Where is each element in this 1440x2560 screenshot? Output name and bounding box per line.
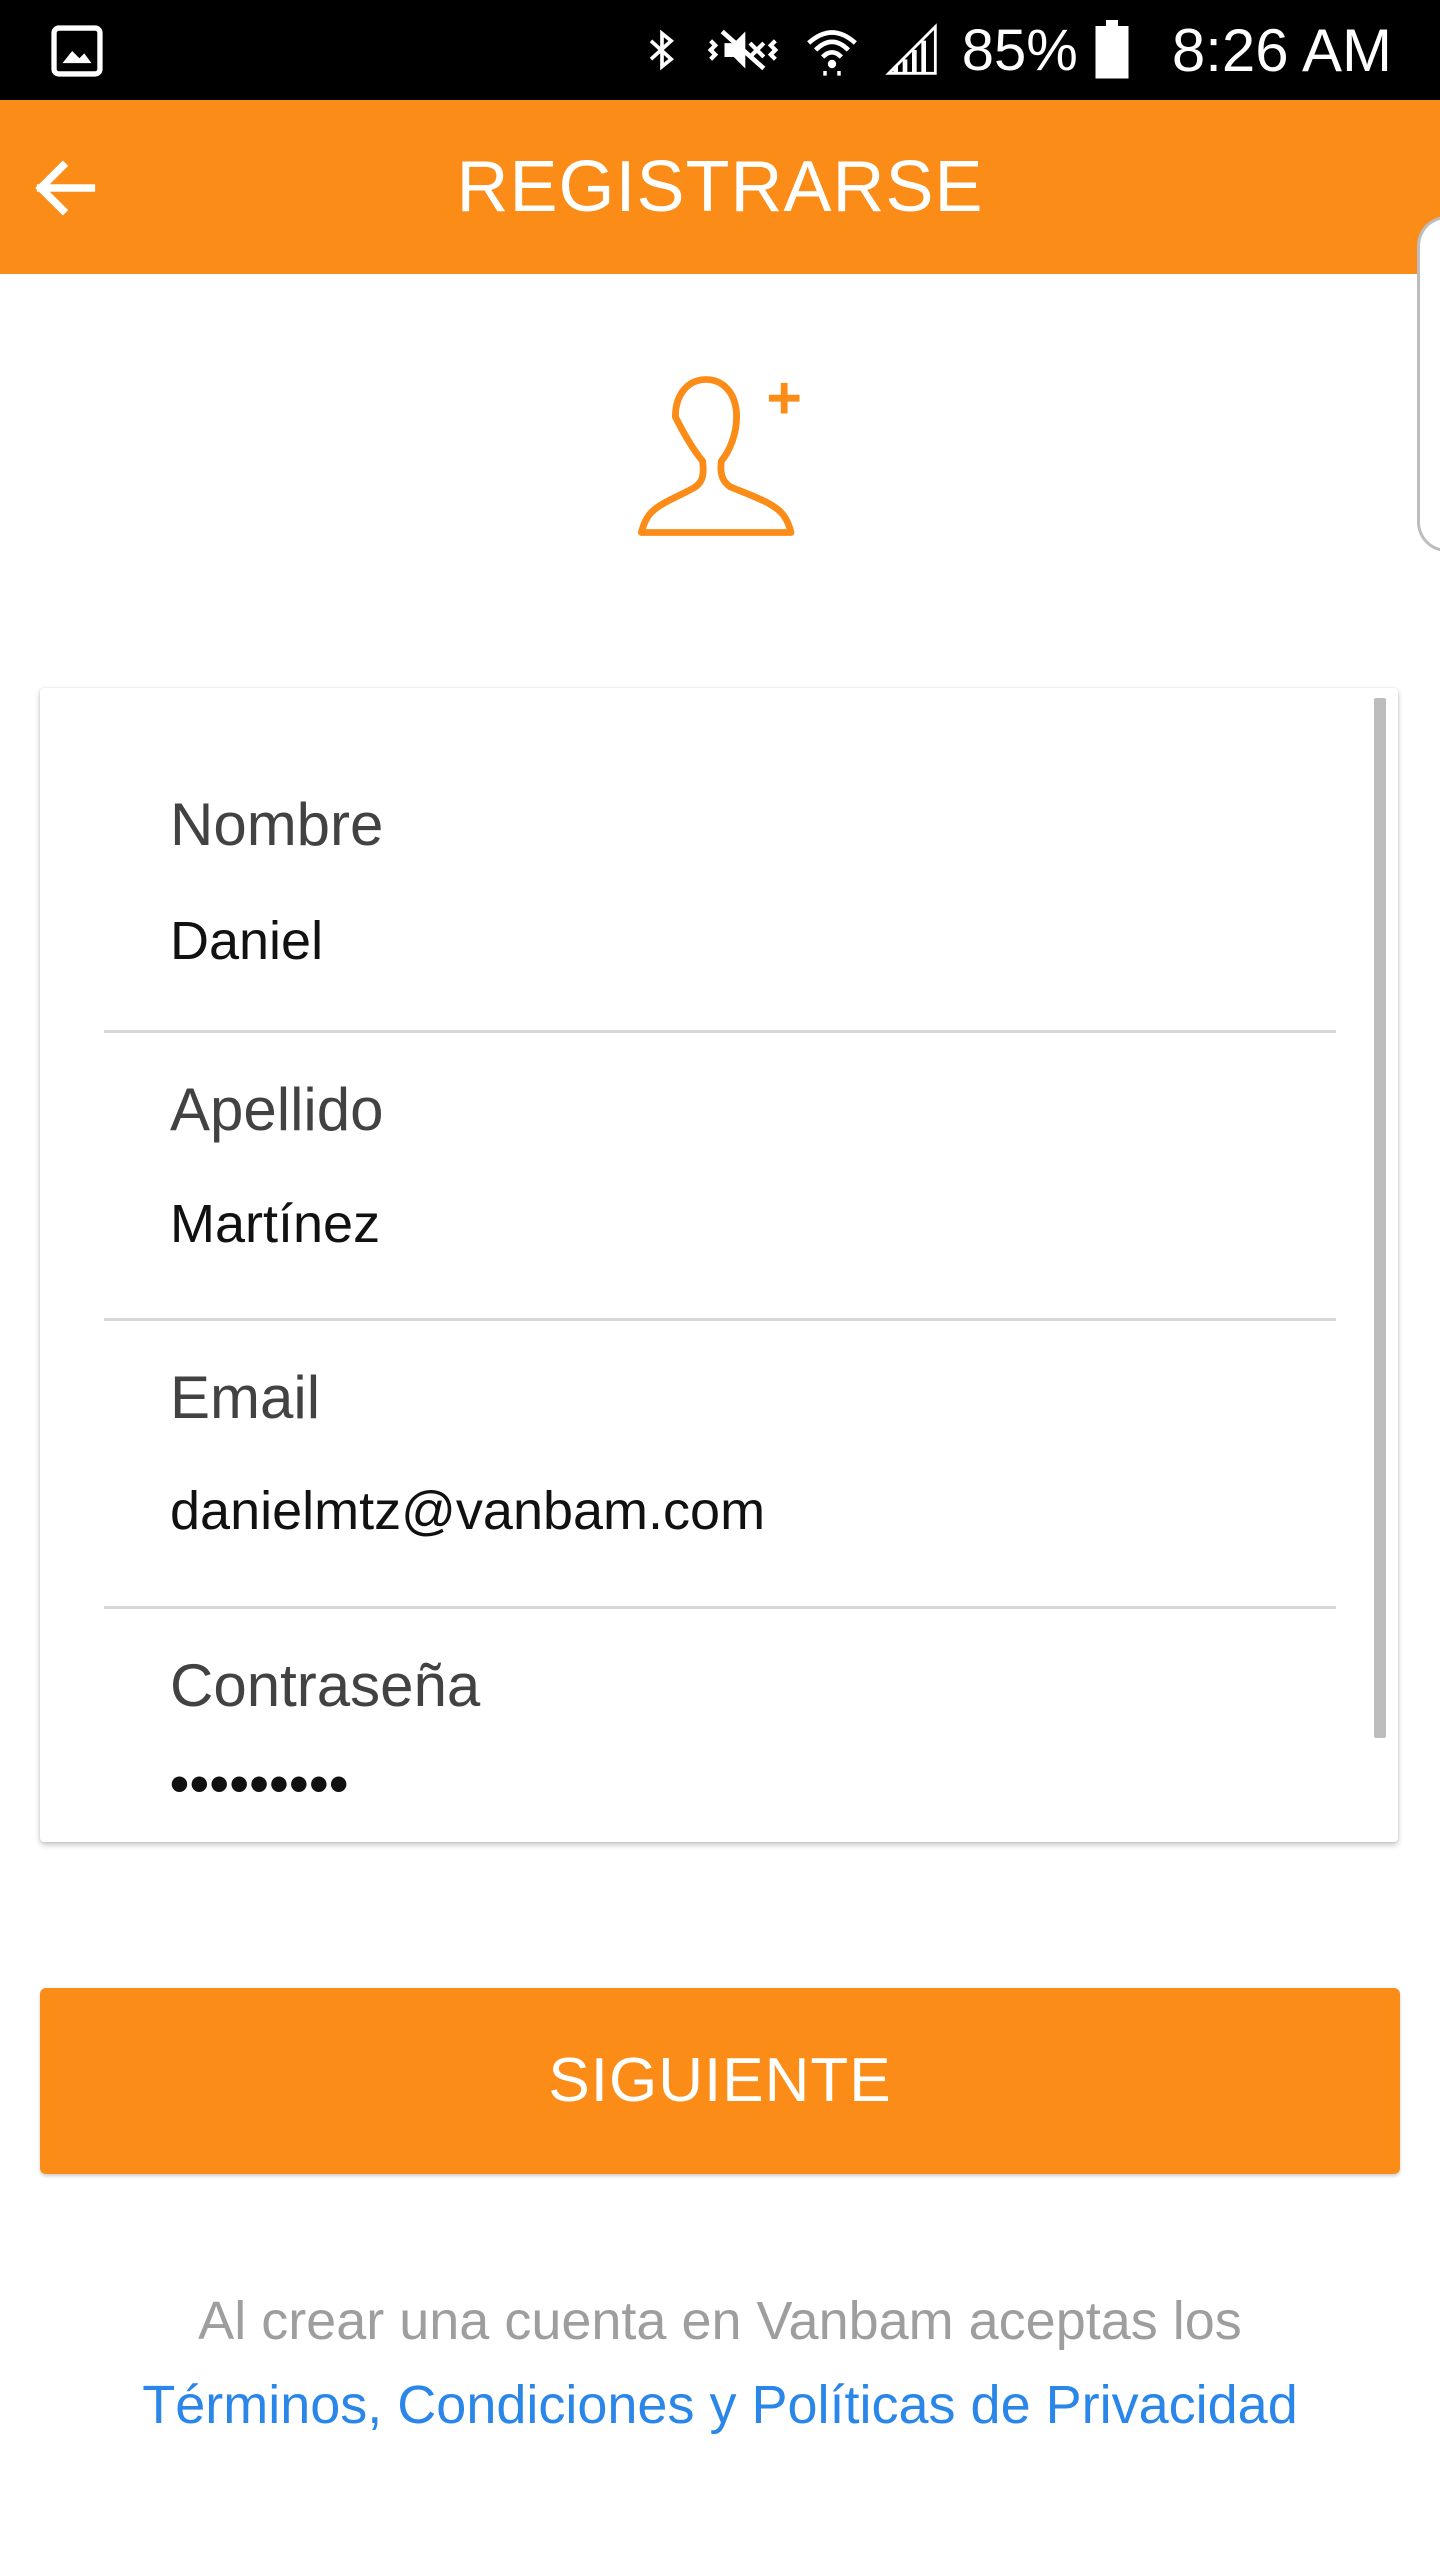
- last-name-input[interactable]: Martínez: [170, 1193, 1270, 1255]
- vibrate-icon: [707, 29, 779, 71]
- first-name-input[interactable]: Daniel: [170, 910, 1270, 972]
- password-input[interactable]: •••••••••: [170, 1753, 1270, 1815]
- status-bar: 85% 8:26 AM: [0, 0, 1440, 100]
- signal-icon: [885, 23, 937, 75]
- next-button[interactable]: SIGUIENTE: [40, 1988, 1400, 2174]
- edge-panel-handle[interactable]: [1417, 216, 1440, 552]
- divider: [104, 1606, 1336, 1609]
- battery-icon: [1095, 20, 1129, 79]
- terms-text: Al crear una cuenta en Vanbam aceptas lo…: [198, 2291, 1242, 2351]
- field-label: Nombre: [170, 791, 384, 858]
- wifi-icon: [806, 30, 857, 76]
- email-field[interactable]: Email danielmtz@vanbam.com: [104, 1325, 1336, 1613]
- battery-percent: 85%: [961, 17, 1078, 83]
- gallery-icon: [51, 25, 103, 77]
- field-label: Contraseña: [170, 1652, 481, 1719]
- add-user-icon: [638, 376, 800, 536]
- first-name-field[interactable]: Nombre Daniel: [104, 688, 1336, 1037]
- field-label: Email: [170, 1364, 321, 1431]
- bluetooth-icon: [649, 29, 674, 71]
- divider: [104, 1030, 1336, 1033]
- app-bar: REGISTRARSE: [0, 100, 1440, 274]
- scrollbar[interactable]: [1374, 698, 1386, 1738]
- password-field[interactable]: Contraseña •••••••••: [104, 1613, 1336, 1842]
- page-title: REGISTRARSE: [456, 147, 984, 227]
- clock: 8:26 AM: [1171, 16, 1392, 84]
- status-icons: 85% 8:26 AM: [640, 0, 1440, 100]
- last-name-field[interactable]: Apellido Martínez: [104, 1037, 1336, 1325]
- email-input[interactable]: danielmtz@vanbam.com: [170, 1480, 1270, 1542]
- field-label: Apellido: [170, 1076, 384, 1143]
- divider: [104, 1318, 1336, 1321]
- registration-form: Nombre Daniel Apellido Martínez Email da…: [40, 688, 1398, 1842]
- terms-link[interactable]: Términos, Condiciones y Políticas de Pri…: [0, 2374, 1440, 2436]
